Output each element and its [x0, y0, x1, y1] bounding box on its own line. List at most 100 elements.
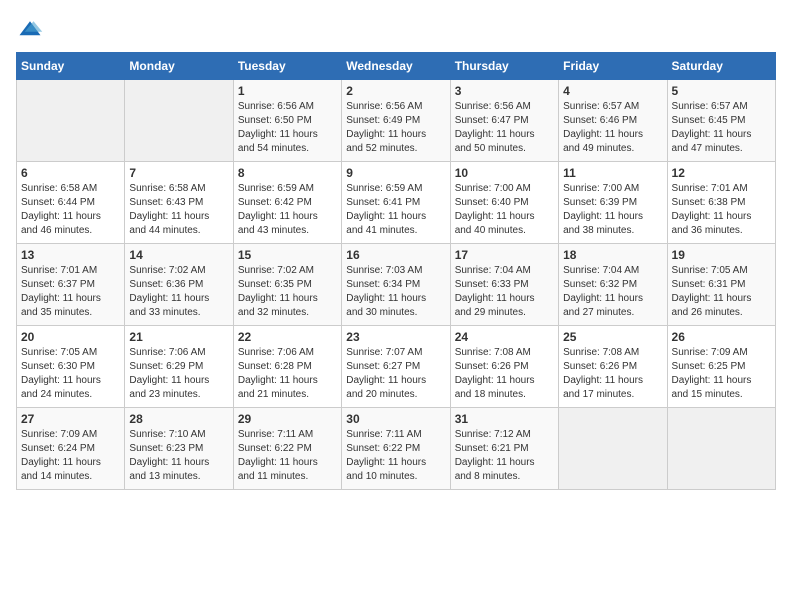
day-number: 19: [672, 248, 771, 262]
week-row-5: 27 Sunrise: 7:09 AM Sunset: 6:24 PM Dayli…: [17, 408, 776, 490]
day-number: 28: [129, 412, 228, 426]
day-number: 4: [563, 84, 662, 98]
calendar-cell: 31Sunrise: 7:12 AM Sunset: 6:21 PM Dayli…: [450, 408, 558, 490]
day-number: 25: [563, 330, 662, 344]
calendar-cell: 18 Sunrise: 7:04 AM Sunset: 6:32 PM Dayli…: [559, 244, 667, 326]
day-number: 14: [129, 248, 228, 262]
day-info: Sunrise: 7:08 AM Sunset: 6:26 PM Dayligh…: [563, 346, 662, 402]
calendar-cell: 4 Sunrise: 6:57 AM Sunset: 6:46 PM Daylig…: [559, 80, 667, 162]
day-info: Sunrise: 7:05 AM Sunset: 6:31 PM Dayligh…: [672, 264, 771, 320]
day-number: 1: [238, 84, 337, 98]
day-number: 29: [238, 412, 337, 426]
day-info: Sunrise: 6:58 AM Sunset: 6:43 PM Dayligh…: [129, 182, 228, 238]
day-number: 21: [129, 330, 228, 344]
day-info: Sunrise: 7:02 AM Sunset: 6:36 PM Dayligh…: [129, 264, 228, 320]
page-header: [16, 16, 776, 44]
day-number: 30: [346, 412, 445, 426]
day-info: Sunrise: 7:02 AM Sunset: 6:35 PM Dayligh…: [238, 264, 337, 320]
calendar-cell: 11 Sunrise: 7:00 AM Sunset: 6:39 PM Dayli…: [559, 162, 667, 244]
day-number: 8: [238, 166, 337, 180]
calendar-cell: 6 Sunrise: 6:58 AM Sunset: 6:44 PM Daylig…: [17, 162, 125, 244]
day-info: Sunrise: 7:07 AM Sunset: 6:27 PM Dayligh…: [346, 346, 445, 402]
day-info: Sunrise: 6:58 AM Sunset: 6:44 PM Dayligh…: [21, 182, 120, 238]
calendar-table: SundayMondayTuesdayWednesdayThursdayFrid…: [16, 52, 776, 490]
calendar-cell: 22 Sunrise: 7:06 AM Sunset: 6:28 PM Dayli…: [233, 326, 341, 408]
calendar-cell: 19 Sunrise: 7:05 AM Sunset: 6:31 PM Dayli…: [667, 244, 775, 326]
calendar-cell: 12 Sunrise: 7:01 AM Sunset: 6:38 PM Dayli…: [667, 162, 775, 244]
day-info: Sunrise: 7:00 AM Sunset: 6:39 PM Dayligh…: [563, 182, 662, 238]
calendar-cell: 29 Sunrise: 7:11 AM Sunset: 6:22 PM Dayli…: [233, 408, 341, 490]
calendar-cell: 3 Sunrise: 6:56 AM Sunset: 6:47 PM Daylig…: [450, 80, 558, 162]
day-number: 3: [455, 84, 554, 98]
day-number: 31: [455, 412, 554, 426]
day-number: 15: [238, 248, 337, 262]
day-info: Sunrise: 6:57 AM Sunset: 6:46 PM Dayligh…: [563, 100, 662, 156]
week-row-3: 13 Sunrise: 7:01 AM Sunset: 6:37 PM Dayli…: [17, 244, 776, 326]
day-number: 20: [21, 330, 120, 344]
day-number: 22: [238, 330, 337, 344]
day-info: Sunrise: 7:04 AM Sunset: 6:32 PM Dayligh…: [563, 264, 662, 320]
calendar-cell: 20Sunrise: 7:05 AM Sunset: 6:30 PM Dayli…: [17, 326, 125, 408]
day-number: 12: [672, 166, 771, 180]
day-info: Sunrise: 7:11 AM Sunset: 6:22 PM Dayligh…: [238, 428, 337, 484]
calendar-cell: 1 Sunrise: 6:56 AM Sunset: 6:50 PM Daylig…: [233, 80, 341, 162]
week-row-1: 1 Sunrise: 6:56 AM Sunset: 6:50 PM Daylig…: [17, 80, 776, 162]
day-header-thursday: Thursday: [450, 53, 558, 80]
calendar-cell: 26 Sunrise: 7:09 AM Sunset: 6:25 PM Dayli…: [667, 326, 775, 408]
day-number: 9: [346, 166, 445, 180]
day-info: Sunrise: 6:59 AM Sunset: 6:41 PM Dayligh…: [346, 182, 445, 238]
day-number: 13: [21, 248, 120, 262]
day-info: Sunrise: 7:09 AM Sunset: 6:25 PM Dayligh…: [672, 346, 771, 402]
day-info: Sunrise: 7:09 AM Sunset: 6:24 PM Dayligh…: [21, 428, 120, 484]
day-number: 27: [21, 412, 120, 426]
calendar-cell: [125, 80, 233, 162]
calendar-cell: 5Sunrise: 6:57 AM Sunset: 6:45 PM Daylig…: [667, 80, 775, 162]
day-info: Sunrise: 7:04 AM Sunset: 6:33 PM Dayligh…: [455, 264, 554, 320]
day-info: Sunrise: 7:01 AM Sunset: 6:37 PM Dayligh…: [21, 264, 120, 320]
day-number: 18: [563, 248, 662, 262]
day-number: 6: [21, 166, 120, 180]
day-info: Sunrise: 6:57 AM Sunset: 6:45 PM Dayligh…: [672, 100, 771, 156]
calendar-cell: 2 Sunrise: 6:56 AM Sunset: 6:49 PM Daylig…: [342, 80, 450, 162]
day-header-friday: Friday: [559, 53, 667, 80]
calendar-cell: 23 Sunrise: 7:07 AM Sunset: 6:27 PM Dayli…: [342, 326, 450, 408]
week-row-4: 20Sunrise: 7:05 AM Sunset: 6:30 PM Dayli…: [17, 326, 776, 408]
day-info: Sunrise: 6:56 AM Sunset: 6:49 PM Dayligh…: [346, 100, 445, 156]
day-header-tuesday: Tuesday: [233, 53, 341, 80]
day-header-sunday: Sunday: [17, 53, 125, 80]
calendar-cell: 30 Sunrise: 7:11 AM Sunset: 6:22 PM Dayli…: [342, 408, 450, 490]
day-info: Sunrise: 7:06 AM Sunset: 6:28 PM Dayligh…: [238, 346, 337, 402]
day-number: 11: [563, 166, 662, 180]
calendar-cell: 15 Sunrise: 7:02 AM Sunset: 6:35 PM Dayli…: [233, 244, 341, 326]
calendar-cell: 10Sunrise: 7:00 AM Sunset: 6:40 PM Dayli…: [450, 162, 558, 244]
calendar-cell: 28 Sunrise: 7:10 AM Sunset: 6:23 PM Dayli…: [125, 408, 233, 490]
day-number: 16: [346, 248, 445, 262]
calendar-cell: 27 Sunrise: 7:09 AM Sunset: 6:24 PM Dayli…: [17, 408, 125, 490]
day-number: 17: [455, 248, 554, 262]
day-number: 24: [455, 330, 554, 344]
calendar-cell: 17 Sunrise: 7:04 AM Sunset: 6:33 PM Dayli…: [450, 244, 558, 326]
logo: [16, 16, 48, 44]
day-info: Sunrise: 7:10 AM Sunset: 6:23 PM Dayligh…: [129, 428, 228, 484]
calendar-cell: 14 Sunrise: 7:02 AM Sunset: 6:36 PM Dayli…: [125, 244, 233, 326]
week-row-2: 6 Sunrise: 6:58 AM Sunset: 6:44 PM Daylig…: [17, 162, 776, 244]
calendar-cell: 13 Sunrise: 7:01 AM Sunset: 6:37 PM Dayli…: [17, 244, 125, 326]
day-info: Sunrise: 7:01 AM Sunset: 6:38 PM Dayligh…: [672, 182, 771, 238]
day-info: Sunrise: 6:56 AM Sunset: 6:50 PM Dayligh…: [238, 100, 337, 156]
day-number: 26: [672, 330, 771, 344]
calendar-cell: 9 Sunrise: 6:59 AM Sunset: 6:41 PM Daylig…: [342, 162, 450, 244]
calendar-cell: 16Sunrise: 7:03 AM Sunset: 6:34 PM Dayli…: [342, 244, 450, 326]
day-header-saturday: Saturday: [667, 53, 775, 80]
day-header-wednesday: Wednesday: [342, 53, 450, 80]
day-number: 23: [346, 330, 445, 344]
day-number: 2: [346, 84, 445, 98]
days-header-row: SundayMondayTuesdayWednesdayThursdayFrid…: [17, 53, 776, 80]
logo-icon: [16, 16, 44, 44]
day-info: Sunrise: 7:00 AM Sunset: 6:40 PM Dayligh…: [455, 182, 554, 238]
calendar-cell: 8Sunrise: 6:59 AM Sunset: 6:42 PM Daylig…: [233, 162, 341, 244]
day-info: Sunrise: 6:56 AM Sunset: 6:47 PM Dayligh…: [455, 100, 554, 156]
day-header-monday: Monday: [125, 53, 233, 80]
day-info: Sunrise: 7:11 AM Sunset: 6:22 PM Dayligh…: [346, 428, 445, 484]
calendar-cell: 25 Sunrise: 7:08 AM Sunset: 6:26 PM Dayli…: [559, 326, 667, 408]
calendar-cell: 21Sunrise: 7:06 AM Sunset: 6:29 PM Dayli…: [125, 326, 233, 408]
